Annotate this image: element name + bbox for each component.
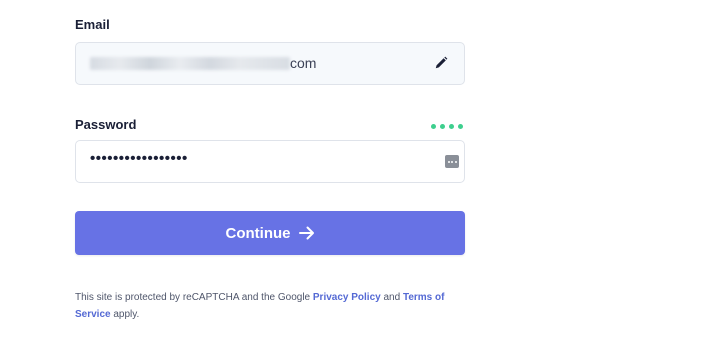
strength-dot <box>440 124 445 129</box>
email-redacted-text <box>90 57 290 70</box>
password-strength-indicator <box>431 124 463 129</box>
privacy-policy-link[interactable]: Privacy Policy <box>313 292 381 303</box>
pencil-icon[interactable] <box>434 56 448 70</box>
email-value-suffix: com <box>290 55 317 71</box>
strength-dot <box>449 124 454 129</box>
arrow-right-icon <box>298 226 314 240</box>
email-field[interactable]: com <box>75 42 465 85</box>
password-value: ••••••••••••••••• <box>90 150 188 167</box>
email-label: Email <box>75 17 110 32</box>
password-label: Password <box>75 117 137 132</box>
strength-dot <box>458 124 463 129</box>
more-dots-icon[interactable] <box>445 155 459 168</box>
recaptcha-middle: and <box>380 292 403 303</box>
recaptcha-suffix: apply. <box>110 309 140 320</box>
continue-button[interactable]: Continue <box>75 211 465 255</box>
recaptcha-notice: This site is protected by reCAPTCHA and … <box>75 289 470 323</box>
strength-dot <box>431 124 436 129</box>
password-field[interactable]: ••••••••••••••••• <box>75 140 465 183</box>
continue-button-label: Continue <box>225 224 291 242</box>
recaptcha-prefix: This site is protected by reCAPTCHA and … <box>75 292 313 303</box>
